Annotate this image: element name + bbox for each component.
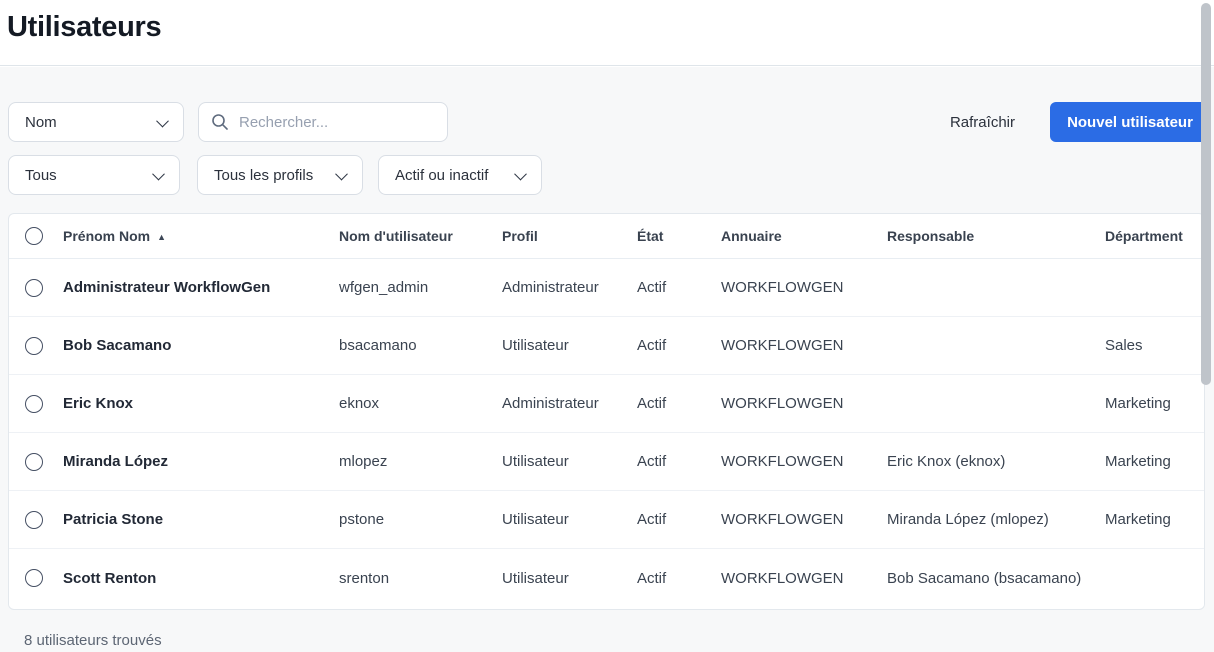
search-icon: [211, 113, 229, 131]
row-checkbox-cell: [9, 511, 63, 529]
column-header-2[interactable]: Profil: [502, 228, 637, 244]
cell-profile: Utilisateur: [502, 570, 637, 587]
users-table: Prénom Nom▲Nom d'utilisateurProfilÉtatAn…: [8, 213, 1205, 610]
cell-username: eknox: [339, 395, 502, 412]
row-checkbox-cell: [9, 337, 63, 355]
cell-state: Actif: [637, 395, 721, 412]
cell-username: pstone: [339, 511, 502, 528]
table-row[interactable]: Miranda López mlopez Utilisateur Actif W…: [9, 433, 1204, 491]
column-header-6[interactable]: Départment: [1105, 228, 1204, 244]
toolbar: Nom Rafraîchir Nouvel utilisateur: [8, 102, 1210, 142]
chevron-down-icon: [152, 167, 165, 180]
cell-full-name: Miranda López: [63, 453, 339, 470]
cell-full-name: Patricia Stone: [63, 511, 339, 528]
column-header-5[interactable]: Responsable: [887, 228, 1105, 244]
cell-profile: Utilisateur: [502, 337, 637, 354]
cell-state: Actif: [637, 337, 721, 354]
cell-username: srenton: [339, 570, 502, 587]
cell-full-name: Scott Renton: [63, 570, 339, 587]
cell-department: Marketing: [1105, 453, 1204, 470]
cell-department: Marketing: [1105, 511, 1204, 528]
table-row[interactable]: Eric Knox eknox Administrateur Actif WOR…: [9, 375, 1204, 433]
cell-department: Marketing: [1105, 395, 1204, 412]
page-header: Utilisateurs: [0, 0, 1214, 66]
directory-filter-select[interactable]: Tous: [8, 155, 180, 195]
refresh-button[interactable]: Rafraîchir: [950, 114, 1015, 131]
status-filter-select[interactable]: Actif ou inactif: [378, 155, 542, 195]
cell-directory: WORKFLOWGEN: [721, 570, 887, 587]
cell-full-name: Bob Sacamano: [63, 337, 339, 354]
page-title: Utilisateurs: [7, 11, 161, 44]
cell-full-name: Administrateur WorkflowGen: [63, 279, 339, 296]
cell-manager: Bob Sacamano (bsacamano): [887, 570, 1105, 587]
cell-profile: Utilisateur: [502, 511, 637, 528]
select-all-checkbox[interactable]: [25, 227, 43, 245]
row-checkbox[interactable]: [25, 337, 43, 355]
column-header-0[interactable]: Prénom Nom▲: [63, 228, 339, 244]
row-checkbox[interactable]: [25, 569, 43, 587]
cell-state: Actif: [637, 570, 721, 587]
table-row[interactable]: Bob Sacamano bsacamano Utilisateur Actif…: [9, 317, 1204, 375]
cell-manager: Miranda López (mlopez): [887, 511, 1105, 528]
table-row[interactable]: Administrateur WorkflowGen wfgen_admin A…: [9, 259, 1204, 317]
cell-profile: Utilisateur: [502, 453, 637, 470]
search-field-select-value: Nom: [25, 114, 57, 131]
row-checkbox[interactable]: [25, 453, 43, 471]
search-box[interactable]: [198, 102, 448, 142]
result-count-label: 8 utilisateurs trouvés: [24, 632, 162, 649]
column-header-1[interactable]: Nom d'utilisateur: [339, 228, 502, 244]
cell-directory: WORKFLOWGEN: [721, 511, 887, 528]
cell-username: mlopez: [339, 453, 502, 470]
table-body: Administrateur WorkflowGen wfgen_admin A…: [9, 259, 1204, 607]
vertical-scrollbar-thumb[interactable]: [1201, 3, 1211, 385]
cell-manager: Eric Knox (eknox): [887, 453, 1105, 470]
chevron-down-icon: [514, 167, 527, 180]
select-all-cell: [9, 227, 63, 245]
row-checkbox-cell: [9, 279, 63, 297]
cell-state: Actif: [637, 511, 721, 528]
row-checkbox-cell: [9, 453, 63, 471]
sort-ascending-icon: ▲: [157, 232, 166, 242]
row-checkbox[interactable]: [25, 279, 43, 297]
cell-state: Actif: [637, 279, 721, 296]
column-header-3[interactable]: État: [637, 228, 721, 244]
profile-filter-select[interactable]: Tous les profils: [197, 155, 363, 195]
profile-filter-value: Tous les profils: [214, 167, 313, 184]
cell-directory: WORKFLOWGEN: [721, 453, 887, 470]
directory-filter-value: Tous: [25, 167, 57, 184]
status-filter-value: Actif ou inactif: [395, 167, 488, 184]
cell-full-name: Eric Knox: [63, 395, 339, 412]
new-user-button[interactable]: Nouvel utilisateur: [1050, 102, 1210, 142]
search-field-select[interactable]: Nom: [8, 102, 184, 142]
table-row[interactable]: Patricia Stone pstone Utilisateur Actif …: [9, 491, 1204, 549]
cell-directory: WORKFLOWGEN: [721, 337, 887, 354]
cell-profile: Administrateur: [502, 279, 637, 296]
cell-directory: WORKFLOWGEN: [721, 279, 887, 296]
users-admin-page: Utilisateurs Nom Rafraîchir Nouvel utili…: [0, 0, 1214, 652]
cell-directory: WORKFLOWGEN: [721, 395, 887, 412]
cell-username: bsacamano: [339, 337, 502, 354]
chevron-down-icon: [335, 167, 348, 180]
cell-state: Actif: [637, 453, 721, 470]
row-checkbox[interactable]: [25, 511, 43, 529]
filters-bar: Tous Tous les profils Actif ou inactif: [8, 155, 542, 195]
search-input[interactable]: [239, 114, 435, 131]
table-header-row: Prénom Nom▲Nom d'utilisateurProfilÉtatAn…: [9, 214, 1204, 259]
chevron-down-icon: [156, 114, 169, 127]
table-row[interactable]: Scott Renton srenton Utilisateur Actif W…: [9, 549, 1204, 607]
row-checkbox-cell: [9, 395, 63, 413]
cell-department: Sales: [1105, 337, 1204, 354]
cell-profile: Administrateur: [502, 395, 637, 412]
column-header-4[interactable]: Annuaire: [721, 228, 887, 244]
cell-username: wfgen_admin: [339, 279, 502, 296]
row-checkbox-cell: [9, 569, 63, 587]
row-checkbox[interactable]: [25, 395, 43, 413]
